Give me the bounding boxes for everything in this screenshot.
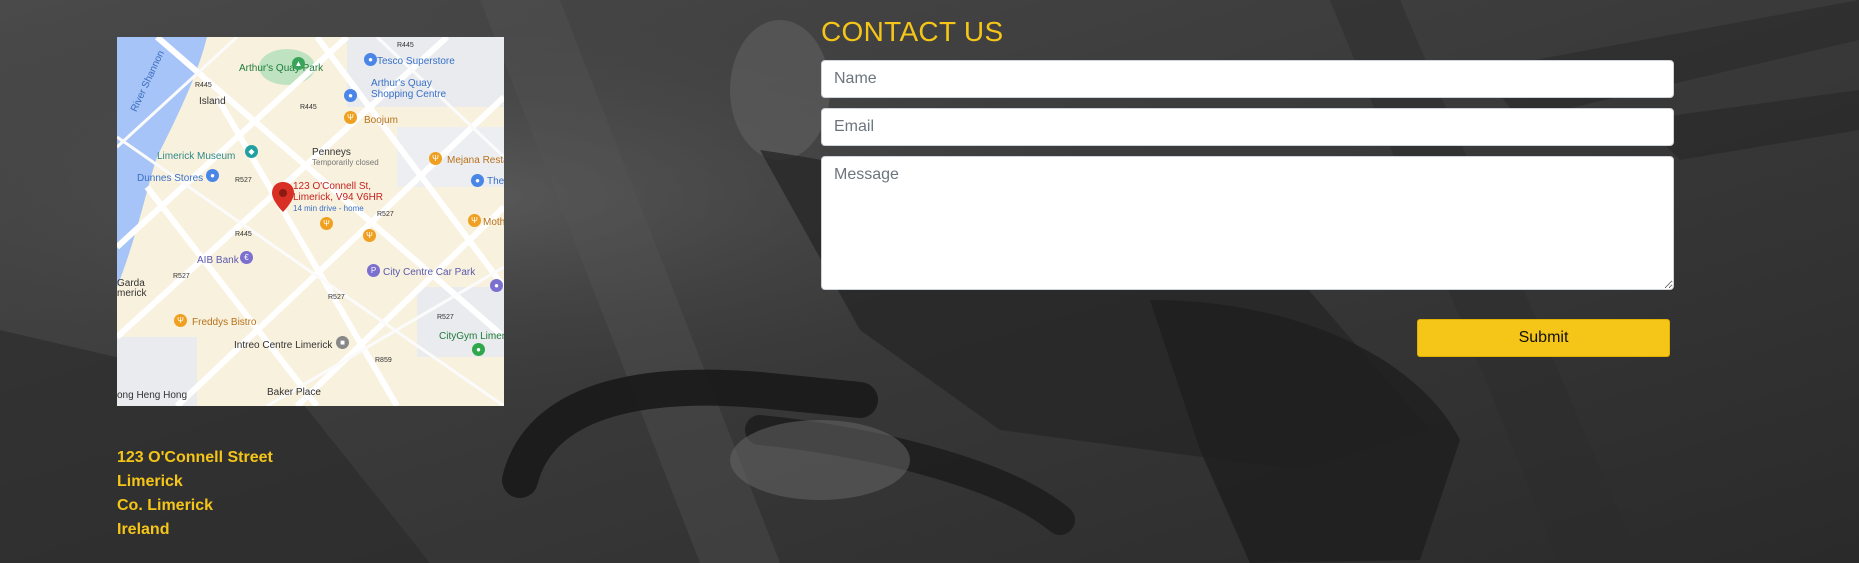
map-pin-label: 123 O'Connell St, bbox=[293, 181, 372, 192]
map-label-garda-2: merick bbox=[117, 288, 147, 299]
shopping-icon: ● bbox=[471, 174, 484, 187]
map-label-penneys-status: Temporarily closed bbox=[312, 158, 379, 167]
map-label-island: Island bbox=[199, 96, 226, 107]
message-field[interactable] bbox=[821, 156, 1674, 290]
map-label-moth: Moth bbox=[483, 217, 504, 228]
map-label-limerick-museum: Limerick Museum bbox=[157, 151, 236, 162]
address-line-city: Limerick bbox=[117, 473, 183, 490]
map-label-the: The bbox=[487, 176, 504, 187]
shopping-icon: ● bbox=[344, 89, 357, 102]
road-label: R445 bbox=[397, 42, 414, 49]
map-label-tesco: Tesco Superstore bbox=[377, 56, 455, 67]
shopping-icon: ● bbox=[206, 169, 219, 182]
map-label-intreo: Intreo Centre Limerick bbox=[234, 340, 333, 351]
road-label: R527 bbox=[173, 273, 190, 280]
road-label: R527 bbox=[377, 211, 394, 218]
address-line-street: 123 O'Connell Street bbox=[117, 449, 273, 466]
restaurant-icon: Ψ bbox=[320, 217, 333, 230]
road-label: R445 bbox=[300, 104, 317, 111]
restaurant-icon: Ψ bbox=[174, 314, 187, 327]
gym-icon: ● bbox=[472, 343, 485, 356]
map-label-penneys: Penneys bbox=[312, 147, 351, 158]
map-pin-label-2: Limerick, V94 V6HR bbox=[293, 192, 384, 203]
map-label-hong: ong Heng Hong bbox=[117, 390, 188, 401]
restaurant-icon: Ψ bbox=[363, 229, 376, 242]
road-label: R445 bbox=[235, 231, 252, 238]
government-icon: ■ bbox=[336, 336, 349, 349]
name-field[interactable] bbox=[821, 60, 1674, 98]
museum-icon: ◆ bbox=[245, 145, 258, 158]
road-label: R527 bbox=[235, 177, 252, 184]
map-label-mejana: Mejana Resta bbox=[447, 155, 504, 166]
park-icon: ▲ bbox=[292, 57, 305, 70]
address-line-country: Ireland bbox=[117, 521, 170, 538]
restaurant-icon: Ψ bbox=[468, 214, 481, 227]
contact-title: CONTACT US bbox=[821, 16, 1004, 47]
map-label-arthurs-quay-park: Arthur's Quay Park bbox=[239, 63, 324, 74]
map-label-arthurs-quay-centre-2: Shopping Centre bbox=[371, 89, 447, 100]
police-icon: ● bbox=[490, 279, 503, 292]
address-line-county: Co. Limerick bbox=[117, 497, 214, 514]
parking-icon: P bbox=[367, 264, 380, 277]
map-label-dunnes: Dunnes Stores bbox=[137, 173, 204, 184]
road-label: R527 bbox=[328, 294, 345, 301]
map-label-arthurs-quay-centre: Arthur's Quay bbox=[371, 78, 432, 89]
road-label: R859 bbox=[375, 357, 392, 364]
map-label-city-centre-car-park: City Centre Car Park bbox=[383, 267, 476, 278]
map-label-citygym: CityGym Limer bbox=[439, 331, 504, 342]
address-block: 123 O'Connell Street Limerick Co. Limeri… bbox=[117, 446, 273, 542]
map-label-freddys: Freddys Bistro bbox=[192, 317, 257, 328]
road-label: R445 bbox=[195, 82, 212, 89]
map-label-aib: AIB Bank bbox=[197, 255, 239, 266]
map-label-baker: Baker Place bbox=[267, 387, 321, 398]
road-label: R527 bbox=[437, 314, 454, 321]
map-label-boojum: Boojum bbox=[364, 115, 398, 126]
shopping-icon: ● bbox=[364, 53, 377, 66]
submit-button[interactable]: Submit bbox=[1417, 319, 1670, 357]
bank-icon: € bbox=[240, 251, 253, 264]
map-pin-sublabel: 14 min drive - home bbox=[293, 204, 364, 213]
location-map[interactable]: Arthur's Quay Park Tesco Superstore Arth… bbox=[117, 37, 504, 406]
location-pin-icon bbox=[272, 182, 294, 212]
restaurant-icon: Ψ bbox=[344, 111, 357, 124]
email-field[interactable] bbox=[821, 108, 1674, 146]
restaurant-icon: Ψ bbox=[429, 152, 442, 165]
